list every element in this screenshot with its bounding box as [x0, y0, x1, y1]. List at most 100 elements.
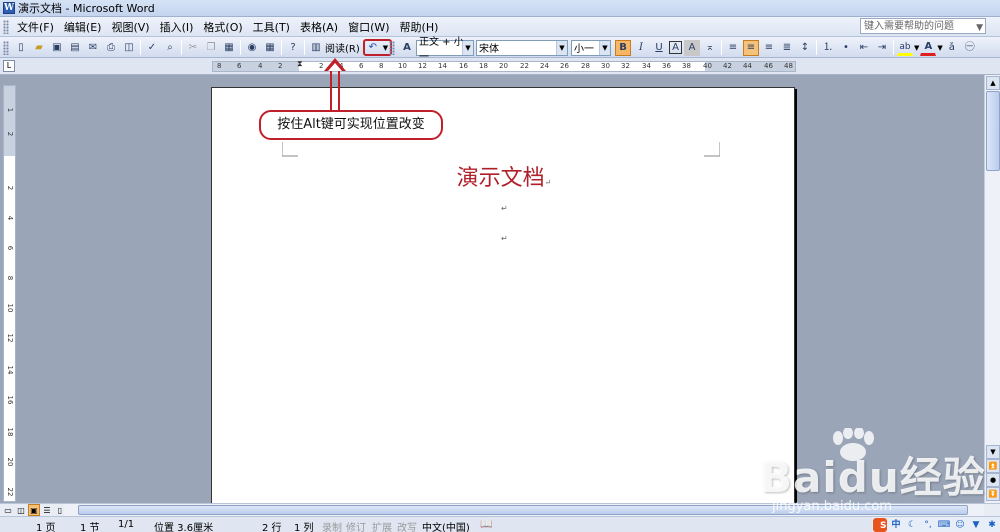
styles-pane-icon[interactable]: A	[399, 40, 415, 56]
menu-table[interactable]: 表格(A)	[295, 19, 343, 35]
normal-view-icon[interactable]: ▭	[2, 504, 14, 516]
toolbar-grip[interactable]	[389, 40, 395, 55]
spelling-icon[interactable]: ✓	[144, 40, 160, 56]
next-page-icon[interactable]: ⏬	[986, 487, 1000, 501]
vertical-scrollbar[interactable]: ▲ ▼ ⏫ ● ⏬	[984, 75, 1000, 503]
status-record[interactable]: 录制	[322, 519, 342, 532]
keyboard-icon[interactable]: ⌨	[937, 518, 951, 532]
document-page[interactable]: 演示文档↵ ↵ ↵	[211, 87, 795, 507]
scroll-thumb[interactable]	[986, 91, 1000, 171]
copy-icon[interactable]: ❐	[203, 40, 219, 56]
horizontal-ruler[interactable]: 8 6 4 2 2 4 6 8 10 12 14 16 18 20 22 24 …	[212, 59, 796, 72]
tools-icon[interactable]: ✱	[985, 518, 999, 532]
menu-format[interactable]: 格式(O)	[198, 19, 247, 35]
user-icon[interactable]: ☺	[953, 518, 967, 532]
menu-insert[interactable]: 插入(I)	[155, 19, 199, 35]
chevron-down-icon[interactable]: ▼	[976, 22, 983, 35]
ruler-label: 42	[723, 62, 732, 70]
new-document-icon[interactable]: ▯	[13, 40, 29, 56]
chevron-down-icon[interactable]: ▼	[937, 44, 942, 52]
select-browse-object-icon[interactable]: ●	[986, 473, 1000, 487]
bullets-icon[interactable]: •	[838, 40, 854, 56]
ruler-label: 18	[6, 427, 14, 437]
status-bar: 1 页 1 节 1/1 位置 3.6厘米 2 行 1 列 录制 修订 扩展 改写…	[0, 516, 1000, 532]
increase-indent-icon[interactable]: ⇥	[874, 40, 890, 56]
status-extend[interactable]: 扩展	[372, 519, 392, 532]
status-track-changes[interactable]: 修订	[346, 519, 366, 532]
indent-marker-icon[interactable]: ⧗	[297, 59, 303, 68]
ruler-label: 4	[258, 62, 263, 70]
moon-icon[interactable]: ☾	[905, 518, 919, 532]
menu-tools[interactable]: 工具(T)	[248, 19, 295, 35]
underline-button[interactable]: U	[651, 40, 667, 56]
toolbar-grip[interactable]	[3, 40, 9, 55]
read-button-label[interactable]: 阅读(R)	[325, 40, 360, 55]
help-search-input[interactable]: 键入需要帮助的问题 ▼	[860, 18, 986, 34]
undo-icon[interactable]: ↶	[365, 40, 381, 56]
numbering-icon[interactable]: ⒈	[820, 40, 836, 56]
char-scale-icon[interactable]: ⌅	[702, 40, 718, 56]
print-icon[interactable]: ⎙	[103, 40, 119, 56]
print-preview-icon[interactable]: ◫	[121, 40, 137, 56]
char-border-button[interactable]: A	[669, 41, 682, 54]
paste-icon[interactable]: ▦	[221, 40, 237, 56]
align-right-icon[interactable]: ≡	[761, 40, 777, 56]
font-color-button[interactable]: A	[920, 40, 937, 56]
phonetic-guide-icon[interactable]: ǎ	[944, 40, 960, 56]
menu-grip[interactable]	[3, 19, 9, 34]
save-icon[interactable]: ▣	[49, 40, 65, 56]
tab-selector[interactable]: L	[3, 60, 15, 72]
outline-view-icon[interactable]: ☰	[41, 504, 53, 516]
document-title[interactable]: 演示文档↵	[212, 160, 796, 192]
chevron-down-icon[interactable]: ▼	[462, 40, 473, 55]
read-icon[interactable]: ▥	[308, 40, 324, 56]
prev-page-icon[interactable]: ⏫	[986, 459, 1000, 473]
justify-icon[interactable]: ≣	[779, 40, 795, 56]
status-overtype[interactable]: 改写	[397, 519, 417, 532]
align-left-icon[interactable]: ≡	[725, 40, 741, 56]
menu-view[interactable]: 视图(V)	[106, 19, 154, 35]
menu-file[interactable]: 文件(F)	[12, 19, 59, 35]
help-icon[interactable]: ?	[285, 40, 301, 56]
table-icon[interactable]: ▦	[262, 40, 278, 56]
font-select[interactable]: 宋体 ▼	[476, 39, 568, 56]
align-center-icon[interactable]: ≡	[743, 39, 759, 56]
menu-edit[interactable]: 编辑(E)	[59, 19, 107, 35]
scroll-down-icon[interactable]: ▼	[986, 445, 1000, 459]
scroll-up-icon[interactable]: ▲	[986, 76, 1000, 90]
punctuation-icon[interactable]: °,	[921, 518, 935, 532]
vertical-ruler[interactable]: 1 2 2 4 6 8 10 12 14 16 18 20 22	[3, 85, 16, 502]
word-app-icon[interactable]: W	[3, 2, 15, 14]
chevron-down-icon[interactable]: ▼	[556, 40, 567, 55]
highlight-button[interactable]: ab	[897, 40, 913, 56]
char-shading-button[interactable]: A	[684, 39, 700, 56]
font-size-select[interactable]: 小一 ▼	[571, 39, 611, 56]
ruler-label: 22	[6, 487, 14, 497]
email-icon[interactable]: ✉	[85, 40, 101, 56]
bold-button[interactable]: B	[615, 39, 631, 56]
chevron-down-icon[interactable]: ▼	[599, 40, 610, 55]
hyperlink-icon[interactable]: ◉	[244, 40, 260, 56]
ime-mode[interactable]: 中	[889, 518, 903, 532]
ruler-label: 8	[6, 275, 14, 281]
style-select[interactable]: 正文 + 小一 ▼	[416, 37, 474, 63]
cut-icon[interactable]: ✂	[185, 40, 201, 56]
enclose-char-icon[interactable]: ㊀	[962, 40, 978, 56]
research-icon[interactable]: ⌕	[162, 40, 178, 56]
chevron-down-icon[interactable]: ▼	[914, 44, 919, 52]
line-spacing-icon[interactable]: ↕	[797, 40, 813, 56]
web-layout-icon[interactable]: ◫	[15, 504, 27, 516]
paragraph-mark: ↵	[544, 178, 552, 187]
italic-button[interactable]: I	[633, 40, 649, 56]
decrease-indent-icon[interactable]: ⇤	[856, 40, 872, 56]
spelling-status-icon[interactable]: 📖	[480, 519, 492, 530]
open-folder-icon[interactable]: ▰	[31, 40, 47, 56]
print-layout-icon[interactable]: ▣	[28, 504, 40, 516]
menu-window[interactable]: 窗口(W)	[343, 19, 394, 35]
permission-icon[interactable]: ▤	[67, 40, 83, 56]
shirt-icon[interactable]: ▼	[969, 518, 983, 532]
status-language[interactable]: 中文(中国)	[422, 519, 470, 532]
ruler-top-margin	[4, 86, 15, 156]
sogou-logo-icon[interactable]: S	[873, 518, 887, 532]
ime-toolbar: S 中 ☾ °, ⌨ ☺ ▼ ✱	[872, 517, 1000, 532]
